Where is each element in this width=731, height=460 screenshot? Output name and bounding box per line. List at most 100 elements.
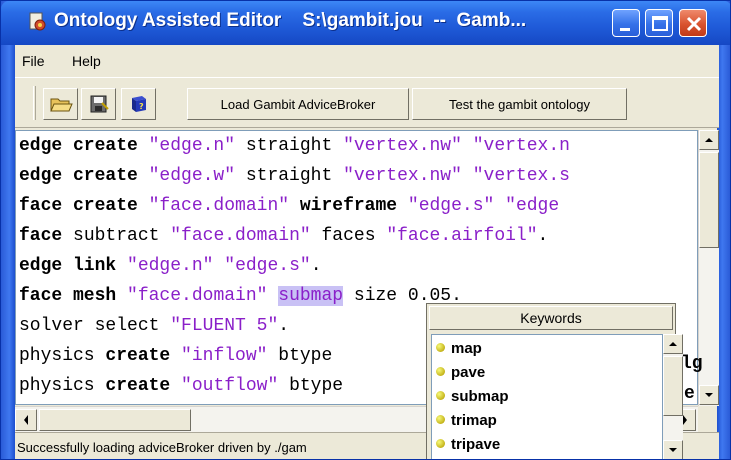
code-token: .: [310, 256, 322, 276]
code-token: .: [537, 226, 549, 246]
code-token: btype: [278, 376, 344, 396]
keywords-scrollbar[interactable]: [663, 334, 683, 459]
code-token: faces: [310, 226, 387, 246]
keyword-item[interactable]: submap: [436, 386, 509, 408]
code-token: "face.airfoil": [386, 226, 538, 246]
keyword-label: tripave: [451, 436, 501, 453]
title-bar[interactable]: Ontology Assisted Editor S:\gambit.jou -…: [1, 1, 730, 45]
code-token: "face.domain": [170, 226, 311, 246]
code-token: straight: [235, 166, 344, 186]
code-line[interactable]: solver select "FLUENT 5".: [19, 311, 289, 341]
code-line[interactable]: physics create "inflow" btype: [19, 341, 332, 371]
save-button[interactable]: [81, 88, 116, 120]
keywords-list[interactable]: map pave submap trimap tripave: [431, 334, 663, 459]
application-window: Ontology Assisted Editor S:\gambit.jou -…: [0, 0, 731, 460]
code-token: edge link: [19, 256, 128, 276]
menu-file[interactable]: File: [22, 53, 45, 69]
code-token: btype: [267, 346, 333, 366]
gear-document-icon: [29, 12, 46, 31]
keyword-item[interactable]: pave: [436, 362, 485, 384]
code-token: wireframe: [299, 196, 398, 216]
menu-help[interactable]: Help: [72, 53, 101, 69]
code-token: face mesh: [19, 286, 128, 306]
code-token: "edge: [505, 196, 560, 216]
keywords-scroll-down-button[interactable]: [663, 440, 683, 459]
arrow-up-icon: [669, 342, 677, 346]
code-token: solver select: [19, 316, 171, 336]
toolbar-grip[interactable]: [33, 86, 36, 120]
window-title: Ontology Assisted Editor S:\gambit.jou -…: [54, 10, 527, 31]
minimize-icon: [620, 28, 630, 31]
horizontal-scroll-thumb[interactable]: [39, 409, 191, 431]
scroll-up-button[interactable]: [699, 130, 719, 150]
code-token: "outflow": [181, 376, 279, 396]
svg-text:?: ?: [139, 102, 144, 111]
load-advicebroker-button[interactable]: Load Gambit AdviceBroker: [187, 88, 409, 120]
arrow-down-icon: [669, 448, 677, 452]
keywords-scroll-up-button[interactable]: [663, 334, 683, 354]
status-message: Successfully loading adviceBroker driven…: [17, 440, 307, 455]
arrow-down-icon: [705, 393, 713, 397]
keyword-item[interactable]: tripave: [436, 434, 500, 456]
code-token: create: [105, 346, 171, 366]
keyword-item[interactable]: trimap: [436, 410, 497, 432]
maximize-icon: [652, 16, 668, 31]
code-line[interactable]: edge link "edge.n" "edge.s".: [19, 251, 322, 281]
minimize-button[interactable]: [612, 9, 640, 37]
maximize-button[interactable]: [645, 9, 673, 37]
code-token: "FLUENT 5": [170, 316, 279, 336]
code-line[interactable]: edge create "edge.w" straight "vertex.nw…: [19, 161, 570, 191]
bullet-icon: [436, 343, 445, 352]
code-line[interactable]: face mesh "face.domain" submap size 0.05…: [19, 281, 462, 311]
save-icon: [90, 95, 109, 113]
code-token: "edge.n": [127, 256, 214, 276]
scroll-down-button[interactable]: [699, 385, 719, 405]
close-button[interactable]: [679, 9, 707, 37]
code-line[interactable]: edge create "edge.n" straight "vertex.nw…: [19, 131, 570, 161]
code-token: straight: [235, 136, 344, 156]
code-token: "face.domain": [148, 196, 290, 216]
code-token: "face.domain": [127, 286, 268, 306]
code-token: "edge.w": [148, 166, 236, 186]
open-folder-icon: [49, 98, 73, 112]
keyword-label: pave: [451, 364, 486, 381]
bullet-icon: [436, 391, 445, 400]
code-line[interactable]: face subtract "face.domain" faces "face.…: [19, 221, 548, 251]
close-icon: [686, 16, 702, 32]
open-button[interactable]: [43, 88, 78, 120]
code-token: "vertex.n: [472, 136, 570, 156]
vertical-scroll-thumb[interactable]: [699, 152, 719, 248]
code-token: subtract: [62, 226, 171, 246]
help-button[interactable]: ?: [121, 88, 156, 120]
code-token: "edge.n": [148, 136, 236, 156]
help-book-icon: ?: [131, 96, 146, 112]
keyword-item[interactable]: map: [436, 338, 482, 360]
arrow-up-icon: [705, 138, 713, 142]
bullet-icon: [436, 439, 445, 448]
code-token: face create: [19, 196, 149, 216]
bullet-icon: [436, 367, 445, 376]
code-line[interactable]: face create "face.domain" wireframe "edg…: [19, 191, 559, 221]
code-token: face: [19, 226, 63, 246]
code-token: edge create: [19, 136, 149, 156]
code-token: physics: [19, 376, 106, 396]
code-token: "vertex.nw": [343, 166, 462, 186]
code-token: .: [278, 316, 290, 336]
scroll-left-button[interactable]: [15, 409, 37, 431]
test-ontology-button[interactable]: Test the gambit ontology: [412, 88, 627, 120]
editor-overflow-fragment: e: [684, 384, 695, 404]
code-token: "vertex.s: [472, 166, 570, 186]
keyword-label: submap: [451, 388, 509, 405]
code-line[interactable]: physics create "outflow" btype: [19, 371, 343, 401]
arrow-left-icon: [24, 415, 28, 425]
code-token: "inflow": [181, 346, 268, 366]
keywords-scroll-thumb[interactable]: [663, 356, 683, 416]
bullet-icon: [436, 415, 445, 424]
